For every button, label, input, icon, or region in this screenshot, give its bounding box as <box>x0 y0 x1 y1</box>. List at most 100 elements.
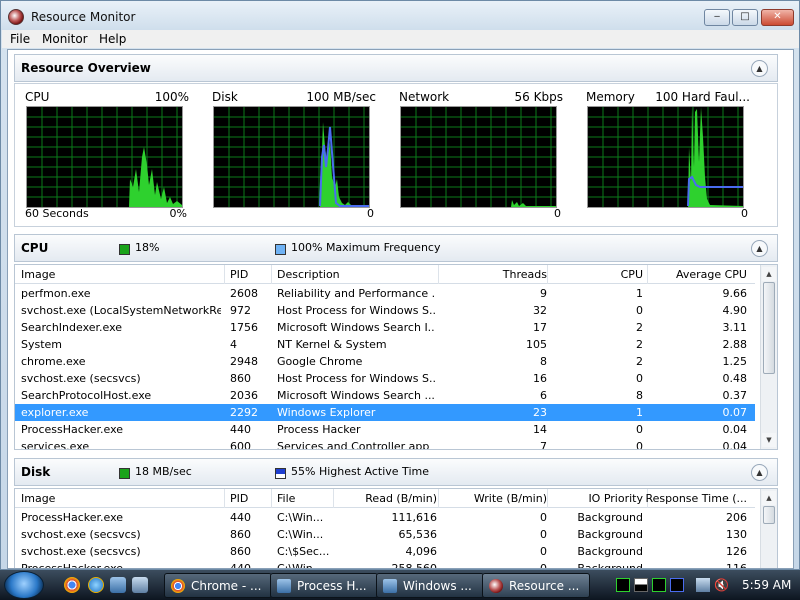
cell-file: C:\$Sec... <box>277 545 330 558</box>
menu-monitor[interactable]: Monitor <box>42 32 88 46</box>
table-row[interactable]: svchost.exe (LocalSystemNetworkRest... 97… <box>15 302 755 319</box>
start-button-icon[interactable] <box>4 571 44 599</box>
overview-title: Resource Overview <box>21 61 151 75</box>
cell-pid: 600 <box>230 440 251 450</box>
scroll-thumb[interactable] <box>763 282 775 374</box>
cpu-collapse-icon[interactable]: ▲ <box>751 240 768 257</box>
system-tray: 🔇 5:59 AM <box>610 571 800 599</box>
disk-graph-panel: Disk 100 MB/sec 0 <box>212 90 376 220</box>
performance-tray-icon[interactable] <box>634 578 648 592</box>
disk-section-header[interactable]: Disk 18 MB/sec 55% Highest Active Time ▲ <box>14 458 778 486</box>
process-hacker-tray-icon[interactable] <box>616 578 630 592</box>
cell-response-time: 116 <box>726 562 747 569</box>
ie-quicklaunch-icon[interactable] <box>88 577 104 593</box>
column-divider[interactable] <box>224 489 225 508</box>
col-io-priority[interactable]: IO Priority <box>588 492 643 505</box>
table-row[interactable]: services.exe 600 Services and Controller a… <box>15 438 755 450</box>
cell-file: C:\Win... <box>277 528 324 541</box>
col-average-cpu[interactable]: Average CPU <box>676 268 747 281</box>
table-row[interactable]: ProcessHacker.exe 440 C:\Win... 258,560 0 Bac… <box>15 560 755 569</box>
overview-collapse-icon[interactable]: ▲ <box>751 60 768 77</box>
scroll-up-icon[interactable]: ▲ <box>762 267 776 281</box>
close-button[interactable]: ✕ <box>761 9 794 26</box>
taskbar-button-label: Resource ... <box>509 579 580 593</box>
cell-description: Host Process for Windows S... <box>277 372 435 385</box>
table-row[interactable]: System 4 NT Kernel & System 105 2 2.88 <box>15 336 755 353</box>
cpu-table-scrollbar[interactable]: ▲ ▼ <box>760 265 777 449</box>
col-response-time[interactable]: Response Time (... <box>645 492 747 505</box>
network-graph-scale: 56 Kbps <box>514 90 563 104</box>
col-pid[interactable]: PID <box>230 492 248 505</box>
cell-threads: 14 <box>533 423 547 436</box>
switch-windows-icon[interactable] <box>132 577 148 593</box>
menu-file[interactable]: File <box>10 32 30 46</box>
column-divider[interactable] <box>547 489 548 508</box>
disk-graph <box>213 106 370 208</box>
memory-graph-label: Memory <box>586 90 635 104</box>
table-row[interactable]: svchost.exe (secsvcs) 860 C:\$Sec... 4,096 0… <box>15 543 755 560</box>
col-write[interactable]: Write (B/min) <box>474 492 547 505</box>
network-tray-icon[interactable] <box>696 578 710 592</box>
table-row[interactable]: svchost.exe (secsvcs) 860 Host Process for… <box>15 370 755 387</box>
cell-threads: 8 <box>540 355 547 368</box>
network-graph-min: 0 <box>554 207 561 220</box>
cell-threads: 105 <box>526 338 547 351</box>
cpu-graph-scale: 100% <box>154 90 189 104</box>
disk-io-value: 18 MB/sec <box>135 465 192 478</box>
disk-tray-icon[interactable] <box>670 578 684 592</box>
taskbar-chrome-button[interactable]: Chrome - ... <box>164 573 272 598</box>
table-row[interactable]: SearchProtocolHost.exe 2036 Microsoft Wind… <box>15 387 755 404</box>
column-divider[interactable] <box>224 265 225 284</box>
disk-collapse-icon[interactable]: ▲ <box>751 464 768 481</box>
cell-image: services.exe <box>21 440 90 450</box>
cell-description: Services and Controller app <box>277 440 430 450</box>
col-image[interactable]: Image <box>21 268 55 281</box>
chrome-quicklaunch-icon[interactable] <box>64 577 80 593</box>
column-divider[interactable] <box>271 489 272 508</box>
column-divider[interactable] <box>438 489 439 508</box>
column-divider[interactable] <box>333 489 334 508</box>
col-pid[interactable]: PID <box>230 268 248 281</box>
taskbar-clock[interactable]: 5:59 AM <box>742 578 791 592</box>
col-file[interactable]: File <box>277 492 295 505</box>
menu-help[interactable]: Help <box>99 32 126 46</box>
scroll-down-icon[interactable]: ▼ <box>762 433 776 447</box>
cpu-graph-panel: CPU 100% 60 Seconds 0% <box>25 90 189 220</box>
table-row[interactable]: ProcessHacker.exe 440 C:\Win... 111,616 0 Bac… <box>15 509 755 526</box>
table-row[interactable]: explorer.exe 2292 Windows Explorer 23 1 0.07 <box>15 404 755 421</box>
column-divider[interactable] <box>271 265 272 284</box>
cell-pid: 860 <box>230 372 251 385</box>
col-cpu[interactable]: CPU <box>621 268 643 281</box>
disk-table-scrollbar[interactable]: ▲ <box>760 489 777 568</box>
table-row[interactable]: chrome.exe 2948 Google Chrome 8 2 1.25 <box>15 353 755 370</box>
cpu-section-header[interactable]: CPU 18% 100% Maximum Frequency ▲ <box>14 234 778 262</box>
scroll-up-icon[interactable]: ▲ <box>762 491 776 505</box>
disk-graph-min: 0 <box>367 207 374 220</box>
table-row[interactable]: ProcessHacker.exe 440 Process Hacker 14 0 0.0… <box>15 421 755 438</box>
col-threads[interactable]: Threads <box>503 268 547 281</box>
taskbar-processhacker-button[interactable]: Process H... <box>270 573 378 598</box>
column-divider[interactable] <box>438 265 439 284</box>
title-bar[interactable]: Resource Monitor ‒ □ ✕ <box>1 1 799 30</box>
taskbar-resource-monitor-button[interactable]: Resource ... <box>482 573 590 598</box>
column-divider[interactable] <box>647 265 648 284</box>
show-desktop-icon[interactable] <box>110 577 126 593</box>
volume-muted-icon[interactable]: 🔇 <box>714 578 729 592</box>
overview-header[interactable]: Resource Overview ▲ <box>14 54 778 82</box>
minimize-button[interactable]: ‒ <box>704 9 730 26</box>
cell-image: svchost.exe (secsvcs) <box>21 372 141 385</box>
col-description[interactable]: Description <box>277 268 340 281</box>
table-row[interactable]: perfmon.exe 2608 Reliability and Performan… <box>15 285 755 302</box>
taskbar-windows-button[interactable]: Windows ... <box>376 573 484 598</box>
cell-average-cpu: 9.66 <box>722 287 748 300</box>
column-divider[interactable] <box>547 265 548 284</box>
col-read[interactable]: Read (B/min) <box>365 492 437 505</box>
scroll-thumb[interactable] <box>763 506 775 524</box>
client-area: Resource Overview ▲ CPU 100% 60 Seconds <box>7 49 794 569</box>
cell-response-time: 206 <box>726 511 747 524</box>
maximize-button[interactable]: □ <box>732 9 758 26</box>
table-row[interactable]: SearchIndexer.exe 1756 Microsoft Windows S… <box>15 319 755 336</box>
col-image[interactable]: Image <box>21 492 55 505</box>
cpu-tray-icon[interactable] <box>652 578 666 592</box>
table-row[interactable]: svchost.exe (secsvcs) 860 C:\Win... 65,536 0… <box>15 526 755 543</box>
